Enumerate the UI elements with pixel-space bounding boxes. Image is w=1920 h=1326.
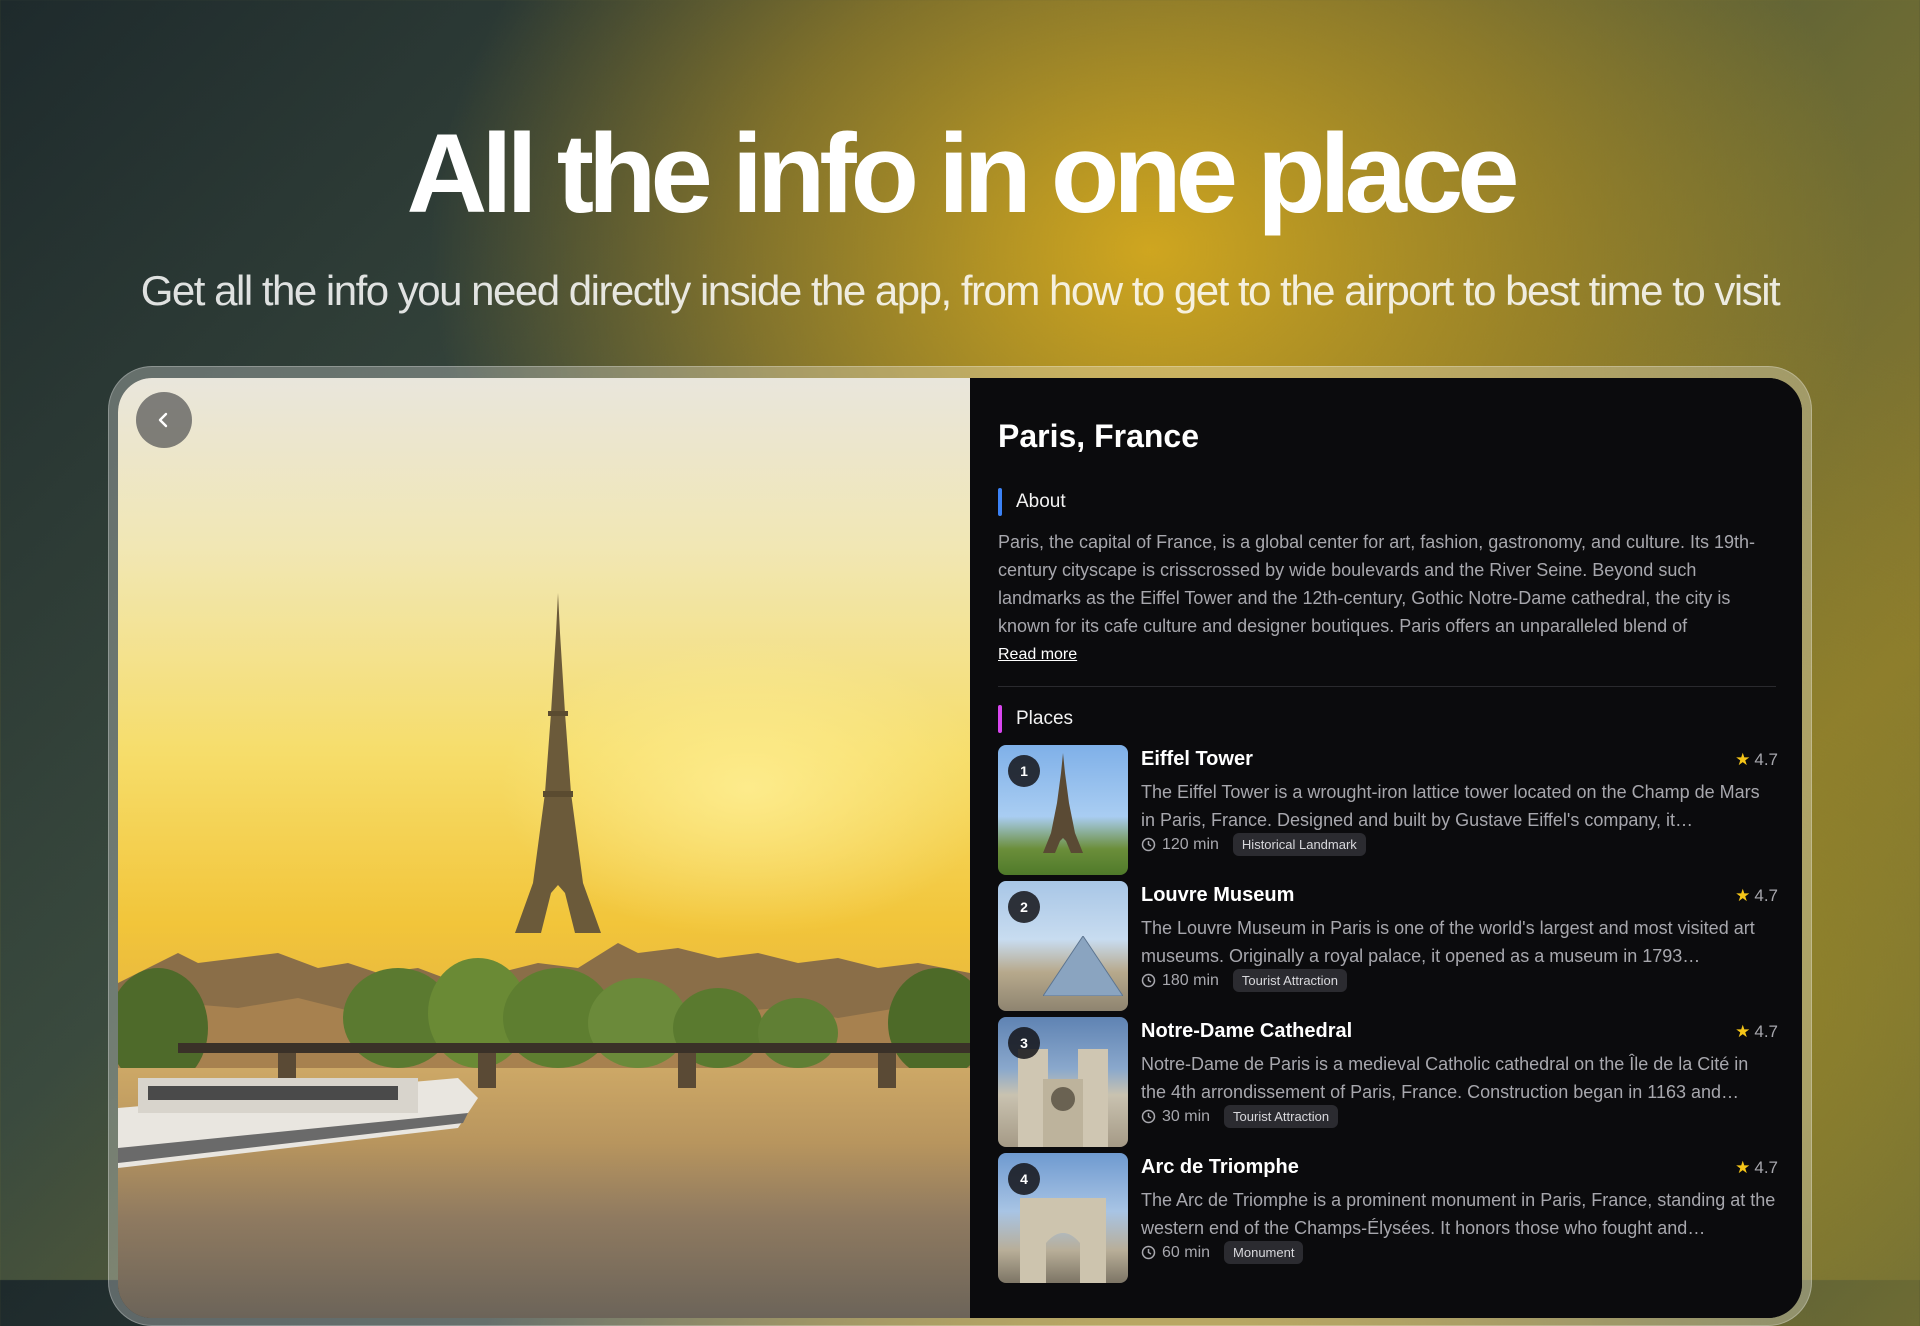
star-icon: ★ [1735,1158,1751,1177]
tour-boat [118,1078,478,1168]
place-card-arc-de-triomphe[interactable]: 4 Arc de Triomphe ★ 4.7 The Arc de Triomp… [998,1153,1778,1283]
place-card-notre-dame-cathedral[interactable]: 3 Notre-Dame Cathedral ★ 4.7 Notre-Dame d… [998,1017,1778,1147]
place-category-tag: Monument [1224,1241,1304,1264]
place-number-badge: 2 [1008,891,1040,923]
place-category-tag: Historical Landmark [1232,833,1366,856]
about-accent-bar [998,488,1002,516]
places-section-header: Places [998,705,1073,733]
place-category-tag: Tourist Attraction [1232,969,1348,992]
star-icon: ★ [1735,1022,1751,1041]
chevron-left-icon [158,412,168,428]
place-card-eiffel-tower[interactable]: 1 Eiffel Tower ★ 4.7 The Eiffel Tower is … [998,745,1778,875]
place-thumbnail: 3 [998,1017,1128,1147]
place-duration: 60 min [1162,1243,1211,1261]
star-icon: ★ [1735,750,1751,769]
place-meta: 30 min Tourist Attraction [1141,1105,1339,1128]
place-duration: 30 min [1162,1107,1211,1125]
hero-title: All the info in one place [406,111,1520,236]
divider [998,686,1776,687]
place-thumbnail: 4 [998,1153,1128,1283]
place-number-badge: 3 [1008,1027,1040,1059]
city-title: Paris, France [998,418,1199,454]
info-panel: Paris, France About Paris, the capital o… [970,378,1802,1318]
about-section-header: About [998,488,1066,516]
place-rating: ★ 4.7 [1735,1158,1778,1177]
about-label: About [1016,491,1066,512]
place-meta: 120 min Historical Landmark [1141,833,1366,856]
clock-icon [1141,1245,1156,1260]
about-text: Paris, the capital of France, is a globa… [998,532,1756,636]
device-screen: Paris, France About Paris, the capital o… [118,378,1802,1318]
place-duration: 180 min [1162,971,1219,989]
place-description: The Louvre Museum in Paris is one of the… [1141,918,1755,966]
place-meta: 60 min Monument [1141,1241,1304,1264]
place-description: The Arc de Triomphe is a prominent monum… [1141,1190,1776,1238]
place-card-louvre-museum[interactable]: 2 Louvre Museum ★ 4.7 The Louvre Museum i… [998,881,1778,1011]
eiffel-tower-silhouette [515,593,601,933]
place-meta: 180 min Tourist Attraction [1141,969,1348,992]
clock-icon [1141,973,1156,988]
place-number-badge: 4 [1008,1163,1040,1195]
read-more-link[interactable]: Read more [998,646,1077,664]
place-name: Arc de Triomphe [1141,1156,1299,1178]
places-accent-bar [998,705,1002,733]
hero-subtitle: Get all the info you need directly insid… [140,267,1781,314]
place-rating: ★ 4.7 [1735,750,1778,769]
clock-icon [1141,837,1156,852]
place-number-badge: 1 [1008,755,1040,787]
city-photo [118,378,970,1318]
place-rating: ★ 4.7 [1735,886,1778,905]
place-description: Notre-Dame de Paris is a medieval Cathol… [1141,1054,1749,1102]
place-duration: 120 min [1162,835,1219,853]
place-name: Notre-Dame Cathedral [1141,1020,1353,1042]
place-name: Louvre Museum [1141,884,1295,906]
place-thumbnail: 1 [998,745,1128,875]
place-thumbnail: 2 [998,881,1128,1011]
place-description: The Eiffel Tower is a wrought-iron latti… [1141,782,1760,830]
places-label: Places [1016,708,1074,729]
back-button[interactable] [136,392,192,448]
clock-icon [1141,1109,1156,1124]
place-name: Eiffel Tower [1141,748,1253,770]
star-icon: ★ [1735,886,1751,905]
place-rating: ★ 4.7 [1735,1022,1778,1041]
place-category-tag: Tourist Attraction [1224,1105,1339,1128]
